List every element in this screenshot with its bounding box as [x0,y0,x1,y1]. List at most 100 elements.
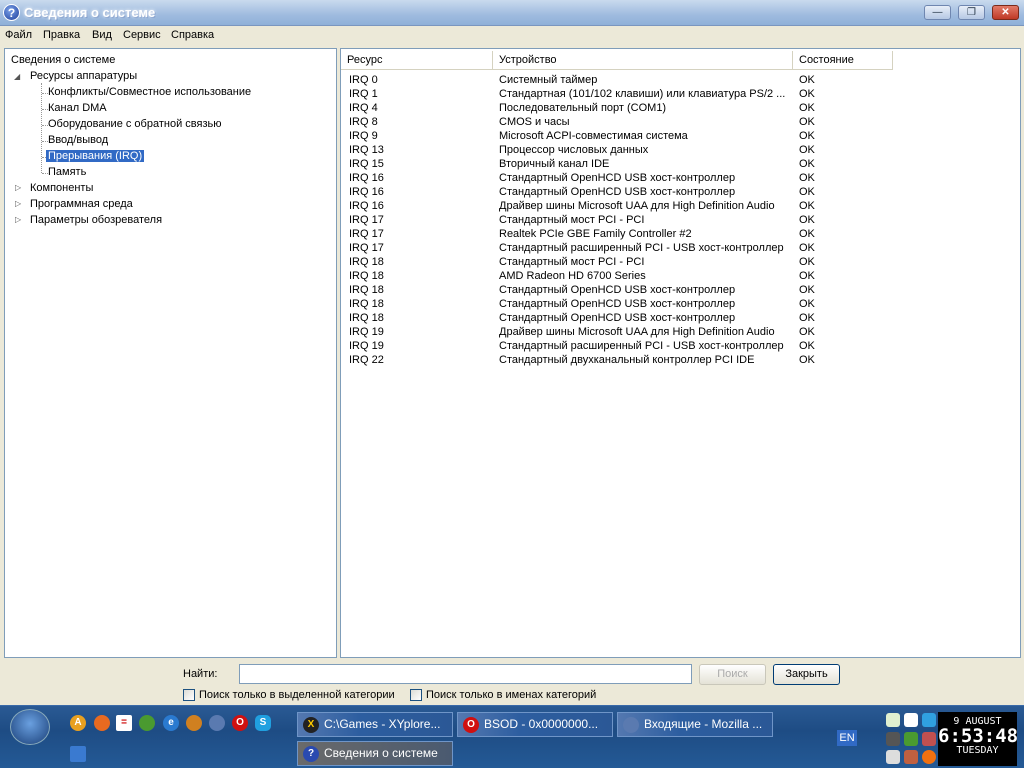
table-row[interactable]: IRQ 4 Последовательный порт (COM1) OK [341,101,941,115]
expand-icon[interactable]: ▷ [15,215,21,224]
tree-item[interactable]: Прерывания (IRQ) [46,150,145,162]
table-row[interactable]: IRQ 15 Вторичный канал IDE OK [341,157,941,171]
app-icon[interactable] [186,715,202,731]
device-cell: Драйвер шины Microsoft UAA для High Defi… [499,326,775,338]
tree-item[interactable]: Канал DMA [48,102,107,114]
clock[interactable]: 9 AUGUST 6:53:48 TUESDAY [938,712,1019,766]
table-row[interactable]: IRQ 8 CMOS и часы OK [341,115,941,129]
tree-item[interactable]: Память [48,166,86,178]
table-row[interactable]: IRQ 22 Стандартный двухканальный контролл… [341,353,941,367]
internet-explorer-icon[interactable]: e [163,715,179,731]
volume-icon[interactable] [886,750,900,764]
network-icon[interactable] [922,713,936,727]
tree-software-environment[interactable]: Программная среда [30,198,133,210]
table-row[interactable]: IRQ 18 Стандартный OpenHCD USB хост-контр… [341,311,941,325]
table-row[interactable]: IRQ 16 Драйвер шины Microsoft UAA для Hig… [341,199,941,213]
status-cell: OK [799,270,815,282]
device-cell: Microsoft ACPI-совместимая система [499,130,688,142]
aimp-tray-icon[interactable] [922,750,936,764]
search-selected-category-checkbox[interactable] [183,689,195,701]
column-header-device[interactable]: Устройство [493,51,793,70]
status-cell: OK [799,102,815,114]
tree-root[interactable]: Сведения о системе [11,54,115,66]
mail-download-icon[interactable] [886,713,900,727]
language-indicator[interactable]: EN [837,730,857,746]
device-cell: Вторичный канал IDE [499,158,610,170]
status-cell: OK [799,298,815,310]
app-icon[interactable]: = [116,715,132,731]
column-header-resource[interactable]: Ресурс [341,51,493,70]
find-input[interactable] [239,664,692,684]
table-row[interactable]: IRQ 17 Стандартный мост PCI - PCI OK [341,213,941,227]
clock-time: 6:53:48 [938,725,1019,747]
help-icon: ? [303,746,319,762]
collapse-icon[interactable]: ◢ [14,72,20,81]
menu-edit[interactable]: Правка [43,29,80,41]
search-button[interactable]: Поиск [699,664,766,685]
expand-icon[interactable]: ▷ [15,183,21,192]
skype-icon[interactable]: S [255,715,271,731]
thunderbird-icon [623,717,639,733]
close-window-button[interactable]: ✕ [992,5,1019,20]
device-cell: Стандартный расширенный PCI - USB хост-к… [499,340,784,352]
tree-item[interactable]: Конфликты/Совместное использование [48,86,251,98]
table-row[interactable]: IRQ 18 Стандартный OpenHCD USB хост-контр… [341,283,941,297]
device-cell: Системный таймер [499,74,598,86]
safely-remove-icon[interactable] [922,732,936,746]
speaker-icon[interactable] [904,750,918,764]
table-row[interactable]: IRQ 17 Realtek PCIe GBE Family Controller… [341,227,941,241]
device-cell: Стандартный расширенный PCI - USB хост-к… [499,242,784,254]
table-row[interactable]: IRQ 13 Процессор числовых данных OK [341,143,941,157]
table-row[interactable]: IRQ 0 Системный таймер OK [341,73,941,87]
task-opera[interactable]: O BSOD - 0x0000000... [457,712,613,737]
minimize-button[interactable]: — [924,5,951,20]
tree-item[interactable]: Ввод/вывод [48,134,108,146]
thunderbird-icon[interactable] [209,715,225,731]
table-row[interactable]: IRQ 9 Microsoft ACPI-совместимая система O… [341,129,941,143]
device-cell: Стандартный OpenHCD USB хост-контроллер [499,312,736,324]
task-thunderbird[interactable]: Входящие - Mozilla ... [617,712,773,737]
resource-cell: IRQ 9 [349,130,378,142]
mouse-icon[interactable] [886,732,900,746]
menu-tools[interactable]: Сервис [123,29,161,41]
tree-item[interactable]: Оборудование с обратной связью [48,118,221,130]
menu-help[interactable]: Справка [171,29,214,41]
tree-hardware-resources[interactable]: Ресурсы аппаратуры [30,70,137,82]
device-cell: Стандартный двухканальный контроллер PCI… [499,354,755,366]
table-row[interactable]: IRQ 18 Стандартный OpenHCD USB хост-контр… [341,297,941,311]
download-manager-icon[interactable] [904,732,918,746]
table-row[interactable]: IRQ 19 Стандартный расширенный PCI - USB … [341,339,941,353]
search-category-names-checkbox[interactable] [410,689,422,701]
table-row[interactable]: IRQ 17 Стандартный расширенный PCI - USB … [341,241,941,255]
start-button[interactable] [10,709,50,745]
table-row[interactable]: IRQ 19 Драйвер шины Microsoft UAA для Hig… [341,325,941,339]
status-cell: OK [799,284,815,296]
column-header-status[interactable]: Состояние [793,51,893,70]
task-system-information[interactable]: ? Сведения о системе [297,741,453,766]
menu-view[interactable]: Вид [92,29,112,41]
device-cell: Стандартный OpenHCD USB хост-контроллер [499,284,736,296]
table-row[interactable]: IRQ 1 Стандартная (101/102 клавиши) или к… [341,87,941,101]
task-xyplorer[interactable]: X C:\Games - XYplore... [297,712,453,737]
table-row[interactable]: IRQ 16 Стандартный OpenHCD USB хост-контр… [341,171,941,185]
aimp-icon[interactable]: A [70,715,86,731]
app-tray-icon[interactable] [904,713,918,727]
download-manager-icon[interactable] [139,715,155,731]
status-cell: OK [799,144,815,156]
find-label: Найти: [183,668,218,680]
close-button[interactable]: Закрыть [773,664,840,685]
resource-cell: IRQ 17 [349,242,384,254]
tree-browser-settings[interactable]: Параметры обозревателя [30,214,162,226]
table-row[interactable]: IRQ 16 Стандартный OpenHCD USB хост-контр… [341,185,941,199]
status-cell: OK [799,186,815,198]
bittorrent-icon[interactable] [94,715,110,731]
restore-button[interactable]: ❐ [958,5,985,20]
menu-bar: Файл Правка Вид Сервис Справка [0,27,1024,45]
expand-icon[interactable]: ▷ [15,199,21,208]
desktop-icon[interactable] [70,746,86,762]
table-row[interactable]: IRQ 18 Стандартный мост PCI - PCI OK [341,255,941,269]
table-row[interactable]: IRQ 18 AMD Radeon HD 6700 Series OK [341,269,941,283]
menu-file[interactable]: Файл [5,29,32,41]
opera-icon[interactable]: O [232,715,248,731]
tree-components[interactable]: Компоненты [30,182,93,194]
